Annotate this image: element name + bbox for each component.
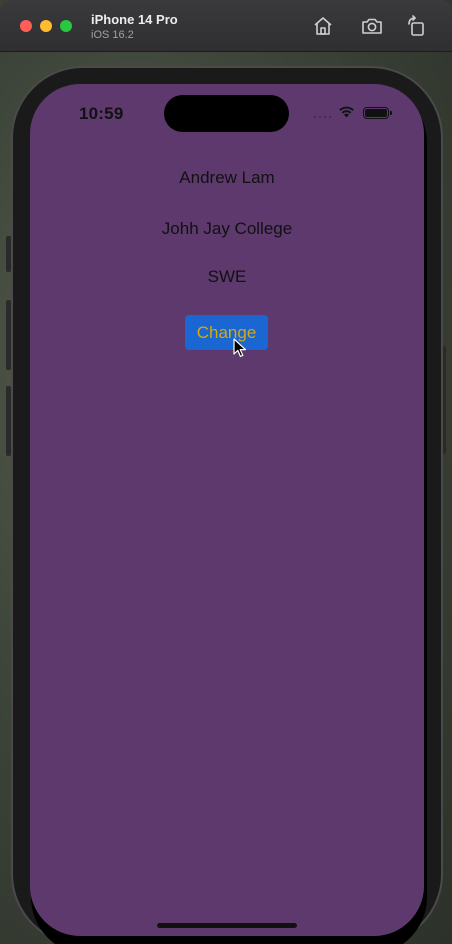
status-bar-time: 10:59 [79,104,124,123]
device-name: iPhone 14 Pro [91,12,178,27]
window-title: iPhone 14 Pro iOS 16.2 [91,12,178,42]
rotate-button[interactable] [405,14,429,38]
name-label: Andrew Lam [179,168,275,187]
home-icon [314,17,332,35]
school-label: Johh Jay College [161,219,293,238]
camera-icon [362,18,382,34]
rotate-icon [408,15,424,36]
mouse-cursor-icon [233,338,246,357]
dynamic-island [164,95,289,132]
wifi-icon [339,106,354,118]
role-label: SWE [207,267,247,286]
cellular-signal-icon [314,116,331,118]
app-screen: 10:59 Andrew Lam Johh Jay College SWE Ch… [30,84,424,936]
home-indicator[interactable] [157,923,297,928]
home-button[interactable] [311,14,335,38]
simulator-title-bar: iPhone 14 Pro iOS 16.2 [0,0,452,52]
screenshot-button[interactable] [360,14,384,38]
window-zoom-button[interactable] [60,20,72,32]
window-minimize-button[interactable] [40,20,52,32]
battery-icon [363,107,389,119]
battery-cap [390,111,392,115]
os-version: iOS 16.2 [91,29,134,41]
window-close-button[interactable] [20,20,32,32]
change-button[interactable]: Change [185,315,268,350]
